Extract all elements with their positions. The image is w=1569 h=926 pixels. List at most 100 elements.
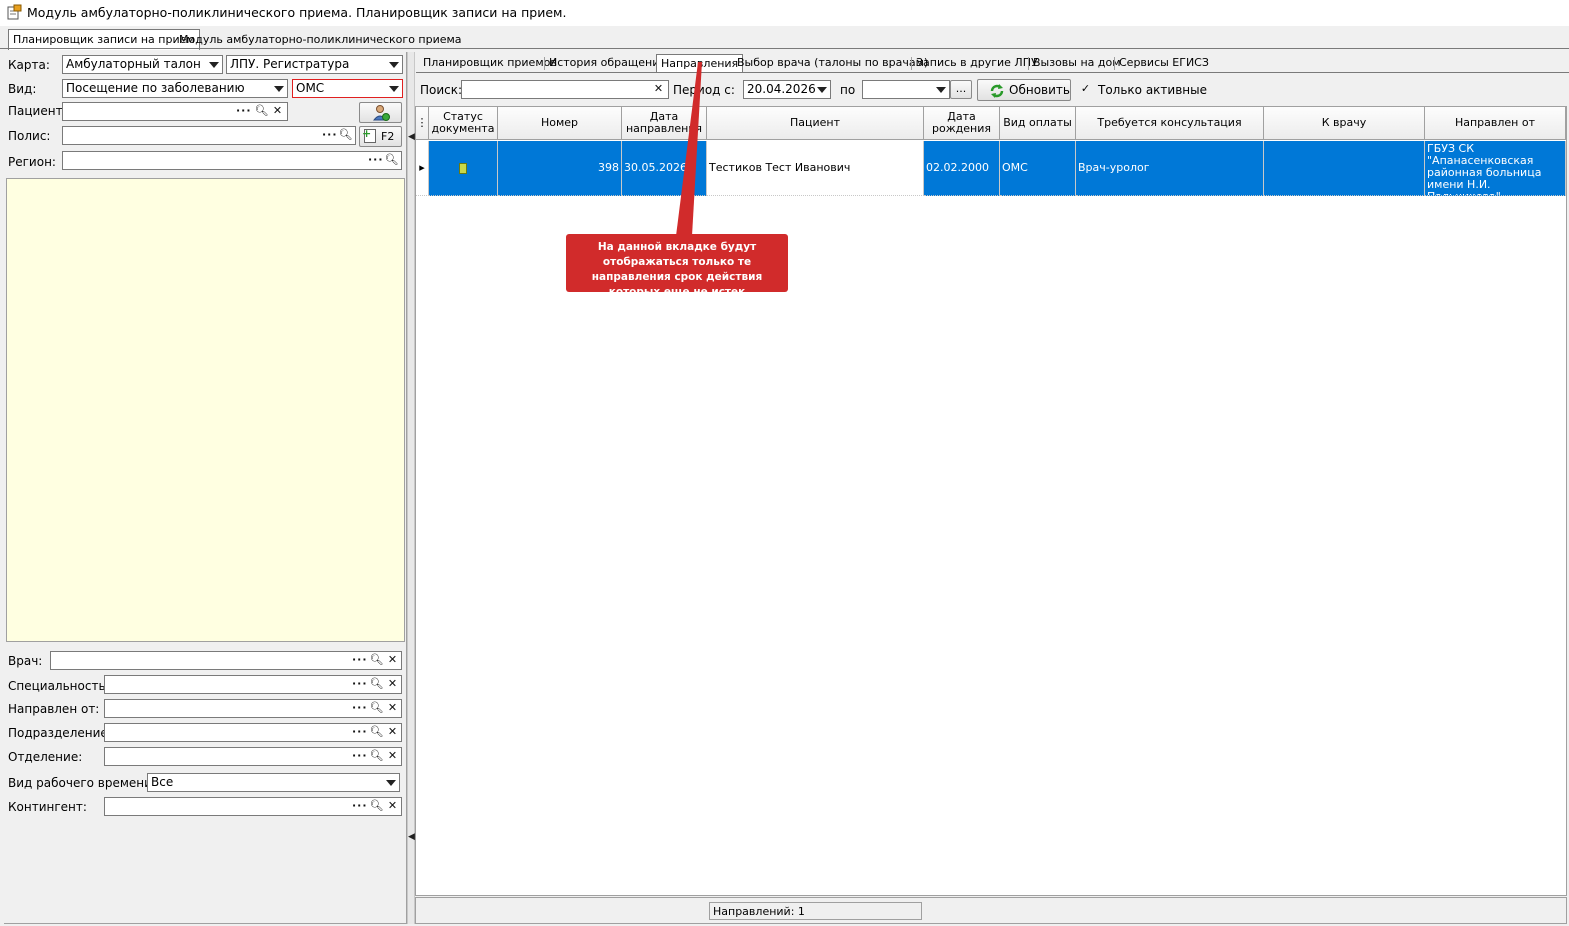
close-icon[interactable]: ✕ — [385, 725, 400, 740]
vid-value: Посещение по заболеванию — [66, 81, 245, 95]
period-to-date[interactable] — [862, 80, 950, 99]
chevron-down-icon — [209, 62, 219, 68]
close-icon[interactable]: ✕ — [385, 653, 400, 668]
contingent-field[interactable]: ··· 🔍︎ ✕ — [104, 797, 402, 816]
ellipsis-icon[interactable]: ··· — [352, 653, 367, 668]
ellipsis-icon[interactable]: ··· — [352, 749, 367, 764]
ellipsis-icon[interactable]: ··· — [352, 677, 367, 692]
search-icon[interactable]: 🔍︎ — [369, 653, 384, 668]
collapse-left-icon[interactable]: ◀ — [408, 832, 415, 842]
period-to-label: по — [840, 83, 856, 97]
tab-visit-history[interactable]: История обращения — [545, 54, 670, 72]
status-cell[interactable] — [429, 141, 498, 196]
karta-select[interactable]: Амбулаторный талон — [62, 55, 223, 74]
tab-doctor-choice[interactable]: Выбор врача (талоны по врачам) — [733, 54, 932, 72]
f2-button[interactable]: + F2 — [359, 126, 402, 147]
column-header[interactable]: Пациент — [707, 107, 924, 140]
ellipsis-icon[interactable]: ··· — [352, 725, 367, 740]
collapse-left-icon[interactable]: ◀ — [408, 132, 415, 142]
polis-field[interactable]: ··· 🔍︎ — [62, 126, 356, 145]
tab-home-calls[interactable]: Вызовы на дом — [1029, 54, 1125, 72]
speciality-field[interactable]: ··· 🔍︎ ✕ — [104, 675, 402, 694]
vid-label: Вид: — [8, 82, 37, 96]
chevron-down-icon — [936, 87, 946, 93]
to-doctor-cell[interactable] — [1264, 141, 1425, 196]
document-status-icon — [459, 162, 467, 174]
column-header[interactable]: Вид оплаты — [1000, 107, 1076, 140]
payment-cell[interactable]: ОМС — [1000, 141, 1076, 196]
column-header[interactable]: Требуется консультация — [1076, 107, 1264, 140]
close-icon[interactable]: ✕ — [385, 749, 400, 764]
app-icon — [7, 4, 22, 20]
column-header[interactable]: Номер — [498, 107, 622, 140]
search-icon[interactable]: 🔍︎ — [338, 128, 353, 143]
close-icon[interactable]: ✕ — [385, 677, 400, 692]
close-icon[interactable]: ✕ — [385, 701, 400, 716]
status-bar: Направлений: 1 — [415, 897, 1567, 924]
column-chooser-icon[interactable]: ⋮ — [416, 107, 429, 140]
column-header[interactable]: Дата рождения — [924, 107, 1000, 140]
karta-value: Амбулаторный талон — [66, 57, 201, 71]
add-patient-button[interactable] — [359, 102, 402, 123]
subdivision-label: Подразделение: — [8, 726, 112, 740]
only-active-checkbox[interactable]: ✓ — [1080, 83, 1091, 95]
tab-other-lpu[interactable]: Запись в другие ЛПУ — [912, 54, 1042, 72]
doctor-label: Врач: — [8, 654, 43, 668]
tab-egisz[interactable]: Сервисы ЕГИСЗ — [1115, 54, 1213, 72]
tab-outpatient-module[interactable]: Модуль амбулаторно-поликлинического прие… — [174, 29, 467, 49]
patient-cell[interactable]: Тестиков Тест Иванович — [707, 141, 924, 196]
ellipsis-icon[interactable]: ··· — [236, 104, 251, 119]
tab-reception-planner[interactable]: Планировщик приемов — [419, 54, 561, 72]
hint-tooltip: На данной вкладке будут отображаться тол… — [566, 234, 788, 298]
close-icon[interactable]: ✕ — [270, 104, 285, 119]
payment-select[interactable]: ОМС — [292, 79, 403, 98]
work-time-select[interactable]: Все — [147, 773, 400, 792]
patient-field[interactable]: ··· 🔍︎ ✕ — [62, 102, 288, 121]
vid-select[interactable]: Посещение по заболеванию — [62, 79, 288, 98]
chevron-down-icon — [389, 86, 399, 92]
region-field[interactable]: ··· 🔍︎ — [62, 151, 402, 170]
search-input[interactable]: ✕ — [461, 80, 669, 99]
referred-from-label: Направлен от: — [8, 702, 100, 716]
search-icon[interactable]: 🔍︎ — [369, 799, 384, 814]
ellipsis-icon[interactable]: ··· — [322, 128, 337, 143]
karta-label: Карта: — [8, 58, 50, 72]
ellipsis-icon[interactable]: ··· — [368, 153, 383, 168]
chevron-down-icon — [817, 87, 827, 93]
ellipsis-icon[interactable]: ··· — [352, 799, 367, 814]
patient-label: Пациент: — [8, 104, 67, 118]
column-header[interactable]: К врачу — [1264, 107, 1425, 140]
title-bar: Модуль амбулаторно-поликлинического прие… — [0, 0, 1569, 26]
ellipsis-icon[interactable]: ··· — [352, 701, 367, 716]
refresh-label: Обновить — [1009, 83, 1070, 97]
patient-info-panel — [6, 178, 405, 642]
department-field[interactable]: ··· 🔍︎ ✕ — [104, 747, 402, 766]
referral-count: Направлений: 1 — [709, 902, 922, 920]
doctor-field[interactable]: ··· 🔍︎ ✕ — [50, 651, 402, 670]
only-active-label: Только активные — [1098, 83, 1207, 97]
search-icon[interactable]: 🔍︎ — [369, 725, 384, 740]
search-icon[interactable]: 🔍︎ — [369, 677, 384, 692]
lpu-select[interactable]: ЛПУ. Регистратура — [226, 55, 403, 74]
period-from-date[interactable]: 20.04.2026 — [743, 80, 831, 99]
close-icon[interactable]: ✕ — [385, 799, 400, 814]
search-icon[interactable]: 🔍︎ — [369, 701, 384, 716]
number-cell[interactable]: 398 — [498, 141, 622, 196]
tab-strip-line — [0, 48, 1569, 49]
panel-splitter[interactable]: ◀ ◀ — [407, 52, 415, 924]
search-icon[interactable]: 🔍︎ — [384, 153, 399, 168]
consultation-cell[interactable]: Врач-уролог — [1076, 141, 1264, 196]
tab-planner[interactable]: Планировщик записи на прием — [8, 29, 200, 50]
search-icon[interactable]: 🔍︎ — [369, 749, 384, 764]
period-ellipsis-button[interactable]: ... — [950, 80, 972, 99]
column-header[interactable]: Направлен от — [1425, 107, 1566, 140]
user-add-icon — [372, 105, 390, 121]
birth-date-cell[interactable]: 02.02.2000 — [924, 141, 1000, 196]
search-icon[interactable]: 🔍︎ — [254, 104, 269, 119]
referred-from-field[interactable]: ··· 🔍︎ ✕ — [104, 699, 402, 718]
referred-from-cell[interactable]: ГБУЗ СК "Апанасенковская районная больни… — [1425, 141, 1566, 196]
referrals-grid: ⋮ Статус документа Номер Дата направлени… — [415, 106, 1567, 896]
refresh-button[interactable]: Обновить — [977, 79, 1071, 101]
column-header[interactable]: Статус документа — [429, 107, 498, 140]
subdivision-field[interactable]: ··· 🔍︎ ✕ — [104, 723, 402, 742]
